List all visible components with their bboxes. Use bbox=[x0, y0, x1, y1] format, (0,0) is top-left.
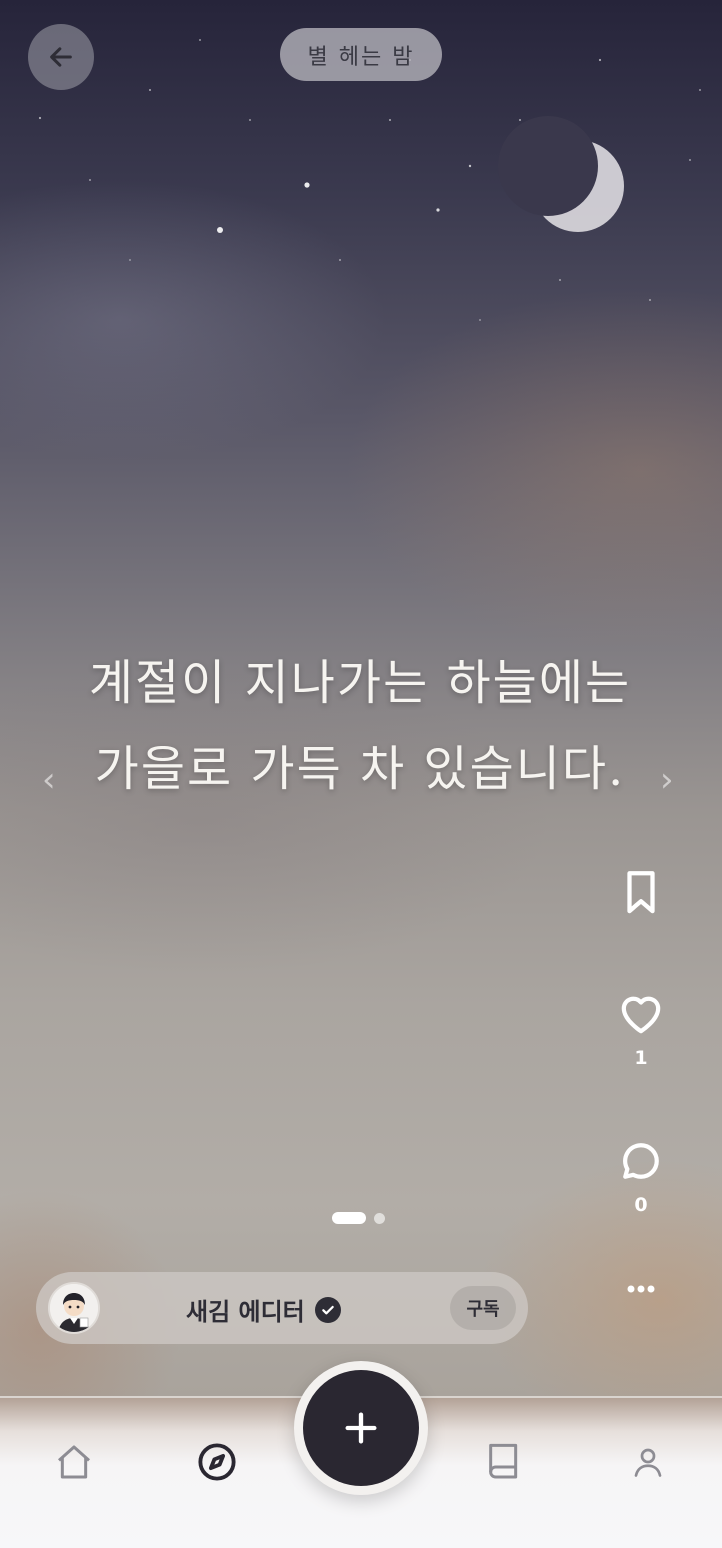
post-title-pill: 별 헤는 밤 bbox=[280, 28, 442, 81]
author-avatar[interactable] bbox=[48, 1282, 100, 1334]
heart-icon bbox=[621, 996, 661, 1034]
subscribe-button[interactable]: 구독 bbox=[450, 1286, 516, 1330]
comment-count: 0 bbox=[634, 1194, 648, 1216]
slide-pager bbox=[332, 1212, 385, 1224]
night-sky-decoration bbox=[38, 39, 701, 321]
next-slide-button[interactable]: › bbox=[660, 760, 674, 800]
avatar-illustration bbox=[50, 1284, 98, 1332]
home-icon bbox=[58, 1445, 90, 1479]
profile-icon bbox=[634, 1448, 662, 1477]
quote-line: 계절이 지나가는 하늘에는 bbox=[88, 655, 632, 711]
more-options-button[interactable] bbox=[612, 1284, 670, 1294]
book-icon bbox=[489, 1443, 518, 1479]
like-button[interactable]: 1 bbox=[612, 993, 670, 1069]
like-count: 1 bbox=[634, 1047, 648, 1069]
quote-line: 가을로 가득 차 있습니다. bbox=[94, 741, 626, 797]
author-name: 새김 에디터 bbox=[186, 1298, 305, 1326]
tab-explore[interactable] bbox=[195, 1440, 239, 1484]
previous-slide-button[interactable]: ‹ bbox=[42, 760, 56, 800]
tab-library[interactable] bbox=[482, 1440, 526, 1484]
back-button[interactable] bbox=[28, 24, 94, 90]
post-title: 별 헤는 밤 bbox=[307, 44, 415, 70]
tab-profile[interactable] bbox=[626, 1440, 670, 1484]
pager-dot-active[interactable] bbox=[332, 1212, 366, 1224]
author-name-group[interactable]: 새김 에디터 bbox=[186, 1292, 341, 1327]
verified-check-icon bbox=[314, 1296, 341, 1323]
tab-home[interactable] bbox=[52, 1440, 96, 1484]
plus-icon bbox=[345, 1412, 377, 1444]
bookmark-button[interactable] bbox=[612, 870, 670, 916]
post-viewer-screen: 별 헤는 밤 계절이 지나가는 하늘에는 가을로 가득 차 있습니다. ‹ › … bbox=[0, 0, 722, 1548]
arrow-left-icon bbox=[50, 47, 72, 67]
create-post-button[interactable] bbox=[303, 1370, 419, 1486]
bookmark-icon bbox=[627, 871, 655, 914]
more-dots-icon bbox=[627, 1285, 655, 1293]
quote-text: 계절이 지나가는 하늘에는 가을로 가득 차 있습니다. bbox=[40, 640, 680, 812]
compass-icon bbox=[198, 1443, 236, 1481]
author-bar: 새김 에디터 구독 bbox=[36, 1272, 528, 1344]
pager-dot[interactable] bbox=[374, 1212, 385, 1224]
comment-icon bbox=[623, 1143, 659, 1179]
comment-button[interactable]: 0 bbox=[612, 1140, 670, 1216]
